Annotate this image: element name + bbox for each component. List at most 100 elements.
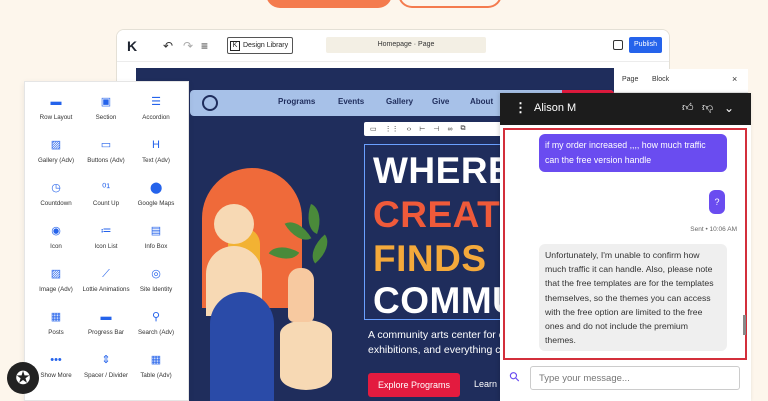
accordion-icon: ☰ [151,96,161,108]
site-logo-icon[interactable] [202,95,218,111]
count-up-icon: ⁰¹ [101,182,111,194]
nav-item-gallery[interactable]: Gallery [386,97,413,106]
widget-accordion[interactable]: ☰ Accordion [131,96,181,122]
chat-scrollbar[interactable] [743,315,746,335]
paperclip-icon[interactable]: ⚲ [506,368,524,386]
widget-gallery-adv[interactable]: ▨ Gallery (Adv) [31,139,81,165]
widget-lottie-animations[interactable]: ⟋ Lottie Animations [81,268,131,294]
list-view-icon[interactable]: ≡ [201,39,208,53]
explore-programs-button[interactable]: Explore Programs [368,373,460,397]
widget-label: Site Identity [139,286,173,293]
widget-icon-list[interactable]: ≔ Icon List [81,225,131,251]
widget-info-box[interactable]: ▤ Info Box [131,225,181,251]
illustration-figure-head [214,204,254,244]
block-inserter-panel: ▬ Row Layout ▣ Section ☰ Accordion ▨ Gallery (A… [24,81,189,401]
text-icon: H [152,139,160,151]
chat-header: ⋮ Alison M 👍︎ 👎︎ ⌄ [500,93,751,125]
publish-button[interactable]: Publish [629,37,662,53]
illustration-vase [288,268,314,322]
widget-search-adv[interactable]: ⚲ Search (Adv) [131,311,181,337]
chat-message-input[interactable] [530,366,740,390]
kadence-logo-icon[interactable]: K [127,38,143,54]
design-library-button[interactable]: K Design Library [227,37,294,54]
widget-countdown[interactable]: ◷ Countdown [31,182,81,208]
widget-label: Icon List [94,243,118,250]
headline-line-3: FINDS [373,238,487,279]
design-library-icon: K [230,40,240,51]
widget-label: Lottie Animations [82,286,130,293]
headline-line-2: CREATI [373,194,511,235]
progress-bar-icon: ▬ [100,311,112,323]
learn-more-link[interactable]: Learn [474,379,497,389]
chat-footer: ⚲ [500,361,751,401]
widget-image-adv[interactable]: ▨ Image (Adv) [31,268,81,294]
move-arrows-icon[interactable]: ‹› [407,126,412,133]
tab-page[interactable]: Page [622,76,638,83]
widget-label: Section [95,114,117,121]
nav-item-give[interactable]: Give [432,97,449,106]
gallery-icon: ▨ [50,139,62,151]
widget-site-identity[interactable]: ◎ Site Identity [131,268,181,294]
chevron-down-icon[interactable]: ⌄ [724,101,734,115]
widget-progress-bar[interactable]: ▬ Progress Bar [81,311,131,337]
row-layout-icon: ▬ [50,96,62,108]
icon-widget-icon: ◉ [51,225,61,237]
map-pin-icon: ⬤ [150,182,163,194]
redo-icon[interactable]: ↷ [183,39,193,53]
settings-panel-toggle-icon[interactable] [613,40,623,50]
widget-icon[interactable]: ◉ Icon [31,225,81,251]
icon-list-icon: ≔ [100,225,112,237]
widget-table-adv[interactable]: ▦ Table (Adv) [131,354,181,380]
more-options-icon[interactable]: ⋮ [514,100,527,116]
widget-spacer-divider[interactable]: ⇕ Spacer / Divider [81,354,131,380]
show-more-icon: ••• [50,354,62,366]
page-title[interactable]: Homepage · Page [326,37,486,53]
thumbs-up-icon[interactable]: 👍︎ [682,101,694,115]
nav-item-programs[interactable]: Programs [278,97,315,106]
nav-item-events[interactable]: Events [338,97,364,106]
widget-row-layout[interactable]: ▬ Row Layout [31,96,81,122]
widget-label: Accordion [142,114,170,121]
drag-handle-icon[interactable]: ⋮⋮ [385,125,399,133]
top-primary-button[interactable] [266,0,392,8]
nav-item-about[interactable]: About [470,97,493,106]
headline-line-4: COMMU [373,280,520,321]
widget-label: Search (Adv) [137,329,175,336]
spacer-icon: ⇕ [101,354,111,366]
accessibility-settings-icon[interactable]: ✪ [7,362,39,394]
close-icon[interactable]: × [732,74,737,84]
tab-block[interactable]: Block [652,76,669,83]
widget-google-maps[interactable]: ⬤ Google Maps [131,182,181,208]
undo-icon[interactable]: ↶ [163,39,173,53]
chat-transcript[interactable]: if my order increased ,,,, how much traf… [503,128,747,360]
widget-label: Spacer / Divider [83,372,129,379]
widget-label: Gallery (Adv) [37,157,75,164]
widget-label: Buttons (Adv) [87,157,125,164]
widget-label: Row Layout [39,114,73,121]
widget-text-adv[interactable]: H Text (Adv) [131,139,181,165]
editor-topbar: K ↶ ↷ ≡ K Design Library Homepage · Page… [117,30,669,62]
block-type-icon[interactable]: ▭ [370,125,377,133]
align-center-icon[interactable]: ⊣ [433,125,439,133]
widget-label: Text (Adv) [142,157,170,164]
widget-label: Image (Adv) [39,286,73,293]
info-box-icon: ▤ [150,225,162,237]
chat-window: ⋮ Alison M 👍︎ 👎︎ ⌄ if my order increased… [500,93,751,401]
countdown-icon: ◷ [51,182,61,194]
posts-icon: ▦ [50,311,62,323]
align-left-icon[interactable]: ⊢ [419,125,425,133]
user-message: if my order increased ,,,, how much traf… [539,134,727,172]
widget-section[interactable]: ▣ Section [81,96,131,122]
widget-count-up[interactable]: ⁰¹ Count Up [81,182,131,208]
design-library-label: Design Library [243,42,289,49]
top-secondary-button[interactable] [398,0,502,8]
widget-buttons-adv[interactable]: ▭ Buttons (Adv) [81,139,131,165]
thumbs-down-icon[interactable]: 👎︎ [702,101,713,115]
block-toolbar[interactable]: ▭ ⋮⋮ ‹› ⊢ ⊣ ∞ ⧉ [364,122,504,136]
copy-icon[interactable]: ⧉ [461,125,466,133]
widget-posts[interactable]: ▦ Posts [31,311,81,337]
user-message: ? [709,190,725,214]
link-icon[interactable]: ∞ [448,126,453,133]
message-status: Sent • 10:06 AM [690,226,737,233]
image-icon: ▨ [50,268,62,280]
